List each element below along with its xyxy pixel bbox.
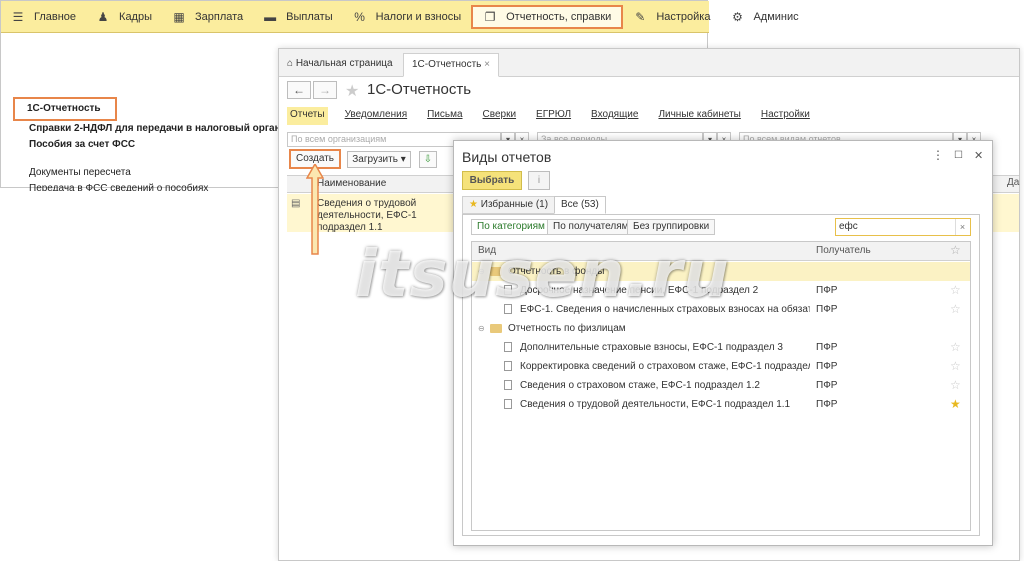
document-icon: [504, 342, 512, 352]
section-egrul[interactable]: ЕГРЮЛ: [533, 107, 574, 125]
column-recipient[interactable]: Получатель: [816, 245, 871, 256]
link-2ndfl[interactable]: Справки 2-НДФЛ для передачи в налоговый …: [29, 121, 281, 137]
home-icon: ⌂: [287, 58, 296, 69]
more-icon[interactable]: ⋮: [932, 148, 944, 162]
forward-button[interactable]: →: [313, 81, 337, 99]
group-by-category-button[interactable]: По категориям: [471, 219, 551, 235]
section-incoming[interactable]: Входящие: [588, 107, 641, 125]
star-outline-icon[interactable]: ☆: [950, 338, 961, 357]
section-reconciliations[interactable]: Сверки: [480, 107, 520, 125]
window-tabs: ⌂ Начальная страница 1С-Отчетность ×: [279, 49, 1019, 77]
document-icon: [504, 399, 512, 409]
tab-1c-reporting[interactable]: 1С-Отчетность ×: [403, 53, 499, 77]
close-tab-icon[interactable]: ×: [484, 59, 490, 70]
menu-item-payments[interactable]: ▬ Выплаты: [253, 1, 342, 33]
favorite-column-star-icon[interactable]: ☆: [950, 243, 961, 257]
section-notifications[interactable]: Уведомления: [342, 107, 411, 125]
no-grouping-button[interactable]: Без группировки: [627, 219, 716, 235]
window-title: 1С-Отчетность: [367, 81, 472, 98]
list-item[interactable]: Сведения о трудовой деятельности, ЕФС-1 …: [472, 395, 970, 414]
search-clear-icon[interactable]: ×: [955, 219, 969, 235]
folder-icon: [490, 324, 502, 333]
chevron-down-icon: ▾: [400, 154, 406, 165]
main-menu-bar: ☰ Главное ♟ Кадры ▦ Зарплата ▬ Выплаты % Нало…: [1, 1, 799, 33]
document-icon: ▤: [291, 198, 301, 209]
menu-item-settings[interactable]: ✎ Настройка: [623, 1, 720, 33]
link-fss-transfer[interactable]: Передача в ФСС сведений о пособиях: [29, 181, 281, 191]
search-input[interactable]: ефс: [835, 218, 971, 236]
pointer-arrow-icon: [306, 164, 324, 255]
link-fss-benefits[interactable]: Пособия за счет ФСС: [29, 137, 281, 153]
close-icon[interactable]: ✕: [974, 149, 983, 162]
menu-item-reporting[interactable]: ❐ Отчетность, справки: [471, 4, 624, 29]
group-by-recipient-button[interactable]: По получателям: [547, 219, 635, 235]
list-item[interactable]: Сведения о страховом стаже, ЕФС-1 подраз…: [472, 376, 970, 395]
document-icon: [504, 380, 512, 390]
watermark: itsusen.ru: [355, 238, 730, 312]
link-1c-reporting[interactable]: 1С-Отчетность: [13, 97, 117, 121]
section-nav: Отчеты Уведомления Письма Сверки ЕГРЮЛ В…: [287, 107, 827, 125]
section-cabinets[interactable]: Личные кабинеты: [655, 107, 743, 125]
maximize-icon[interactable]: ☐: [954, 150, 963, 161]
star-icon: ★: [469, 199, 478, 210]
calculator-icon: ▦: [173, 9, 185, 24]
percent-icon: %: [354, 9, 365, 24]
hamburger-icon: ☰: [12, 9, 24, 24]
menu-item-staff[interactable]: ♟ Кадры: [86, 1, 162, 33]
star-outline-icon[interactable]: ☆: [950, 357, 961, 376]
section-settings[interactable]: Настройки: [758, 107, 813, 125]
star-outline-icon[interactable]: ☆: [950, 281, 961, 300]
star-outline-icon[interactable]: ☆: [950, 300, 961, 319]
back-links-panel: 1С-Отчетность Справки 2-НДФЛ для передач…: [13, 97, 281, 191]
export-icon[interactable]: ⇩: [419, 151, 437, 168]
menu-item-taxes[interactable]: % Налоги и взносы: [343, 1, 472, 33]
info-icon[interactable]: i: [528, 171, 550, 190]
menu-item-admin[interactable]: ⚙ Админис: [720, 1, 808, 33]
select-button[interactable]: Выбрать: [462, 171, 522, 190]
wallet-icon: ▬: [264, 9, 277, 24]
collapse-icon[interactable]: ⊖: [478, 319, 485, 338]
link-recalc-docs[interactable]: Документы пересчета: [29, 165, 281, 181]
tab-all[interactable]: Все (53): [554, 196, 606, 214]
list-item[interactable]: Корректировка сведений о страховом стаже…: [472, 357, 970, 376]
tab-home[interactable]: ⌂ Начальная страница: [279, 53, 401, 77]
report-types-dialog: Виды отчетов ⋮ ☐ ✕ Выбрать i ★ Избранные…: [453, 140, 993, 546]
dialog-title: Виды отчетов: [462, 149, 552, 165]
star-filled-icon[interactable]: ★: [950, 395, 961, 414]
column-date[interactable]: Да: [1007, 177, 1019, 188]
document-icon: [504, 361, 512, 371]
list-item[interactable]: Дополнительные страховые взносы, ЕФС-1 п…: [472, 338, 970, 357]
gear-icon: ⚙: [732, 9, 743, 24]
column-name[interactable]: Наименование: [317, 178, 386, 189]
people-icon: ♟: [97, 9, 109, 24]
section-letters[interactable]: Письма: [424, 107, 465, 125]
load-button[interactable]: Загрузить ▾: [347, 151, 411, 168]
menu-item-salary[interactable]: ▦ Зарплата: [162, 1, 253, 33]
back-button[interactable]: ←: [287, 81, 311, 99]
group-row-individuals[interactable]: ⊖ Отчетность по физлицам: [472, 319, 970, 338]
menu-item-main[interactable]: ☰ Главное: [1, 1, 86, 33]
star-outline-icon[interactable]: ☆: [950, 376, 961, 395]
tab-favorites[interactable]: ★ Избранные (1): [462, 196, 556, 214]
favorite-star-icon[interactable]: ★: [345, 81, 359, 101]
report-name: Сведения о трудовой деятельности, ЕФС-1 …: [317, 198, 417, 233]
wrench-icon: ✎: [635, 9, 646, 24]
documents-icon: ❐: [484, 9, 496, 24]
section-reports[interactable]: Отчеты: [287, 107, 328, 125]
